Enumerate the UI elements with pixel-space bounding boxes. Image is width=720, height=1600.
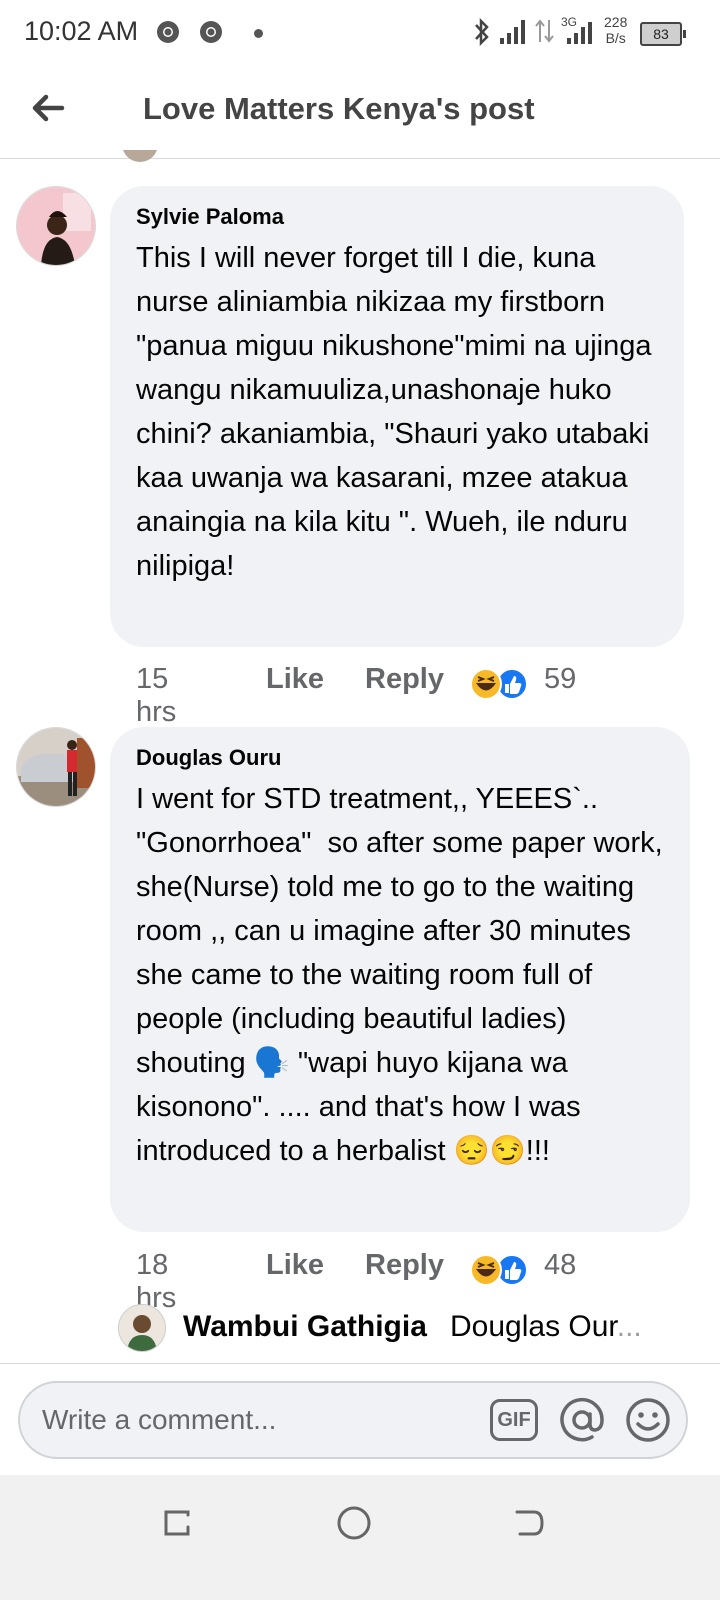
back-arrow-icon[interactable] bbox=[28, 88, 68, 128]
comment-composer-bar: Write a comment... GIF bbox=[0, 1363, 720, 1476]
comment-bubble: Douglas Ouru I went for STD treatment,, … bbox=[110, 727, 690, 1232]
gif-button[interactable]: GIF bbox=[490, 1399, 538, 1441]
signal-bars-icon bbox=[567, 22, 592, 44]
speed-value: 228 bbox=[604, 14, 628, 30]
comment-text: I went for STD treatment,, YEEES`.. "Gon… bbox=[136, 783, 679, 1167]
reply-ellipsis: ... bbox=[616, 1310, 642, 1343]
reactions-haha-like-icon[interactable] bbox=[470, 1252, 534, 1288]
comment-input[interactable]: Write a comment... GIF bbox=[18, 1381, 688, 1459]
recents-icon[interactable] bbox=[157, 1503, 197, 1543]
system-navigation-bar bbox=[0, 1475, 720, 1600]
like-button[interactable]: Like bbox=[266, 1249, 324, 1282]
status-bar: 10:02 AM 3G 228 B/s 83 bbox=[0, 0, 720, 64]
reaction-count[interactable]: 59 bbox=[544, 663, 576, 696]
chrome-icon bbox=[200, 21, 222, 43]
comment-text: This I will never forget till I die, kun… bbox=[136, 242, 660, 582]
avatar[interactable] bbox=[16, 727, 96, 807]
mention-at-icon[interactable] bbox=[558, 1396, 606, 1444]
reply-button[interactable]: Reply bbox=[365, 663, 444, 696]
data-transfer-icon bbox=[535, 19, 554, 43]
post-header: Love Matters Kenya's post bbox=[0, 64, 720, 159]
network-speed: 228 B/s bbox=[604, 14, 627, 46]
battery-indicator: 83 bbox=[640, 22, 686, 46]
page-title: Love Matters Kenya's post bbox=[143, 91, 535, 126]
status-time: 10:02 AM bbox=[24, 16, 139, 46]
emoji-icon[interactable] bbox=[624, 1396, 672, 1444]
reply-snippet-text: Douglas Our bbox=[450, 1310, 617, 1343]
bluetooth-icon bbox=[475, 18, 489, 46]
like-button[interactable]: Like bbox=[266, 663, 324, 696]
home-icon[interactable] bbox=[334, 1503, 374, 1543]
reply-preview[interactable]: Wambui Gathigia Douglas Our... bbox=[118, 1304, 678, 1352]
avatar[interactable] bbox=[16, 186, 96, 266]
reaction-count[interactable]: 48 bbox=[544, 1249, 576, 1282]
comment-author[interactable]: Sylvie Paloma bbox=[136, 204, 664, 230]
chrome-icon bbox=[157, 21, 179, 43]
comment-input-placeholder[interactable]: Write a comment... bbox=[42, 1404, 276, 1436]
comment-bubble: Sylvie Paloma This I will never forget t… bbox=[110, 186, 684, 647]
signal-bars-icon bbox=[500, 20, 525, 44]
reply-button[interactable]: Reply bbox=[365, 1249, 444, 1282]
notification-dot-icon bbox=[254, 29, 263, 38]
avatar[interactable] bbox=[118, 1304, 166, 1352]
avatar bbox=[122, 150, 158, 162]
reactions-haha-like-icon[interactable] bbox=[470, 666, 534, 702]
comment-author[interactable]: Douglas Ouru bbox=[136, 745, 670, 771]
back-nav-icon[interactable] bbox=[508, 1503, 548, 1543]
speed-unit: B/s bbox=[605, 30, 626, 46]
reply-snippet: Douglas Our... bbox=[450, 1310, 642, 1344]
reply-author[interactable]: Wambui Gathigia bbox=[183, 1310, 427, 1344]
comment-time[interactable]: 15 hrs bbox=[136, 663, 176, 729]
